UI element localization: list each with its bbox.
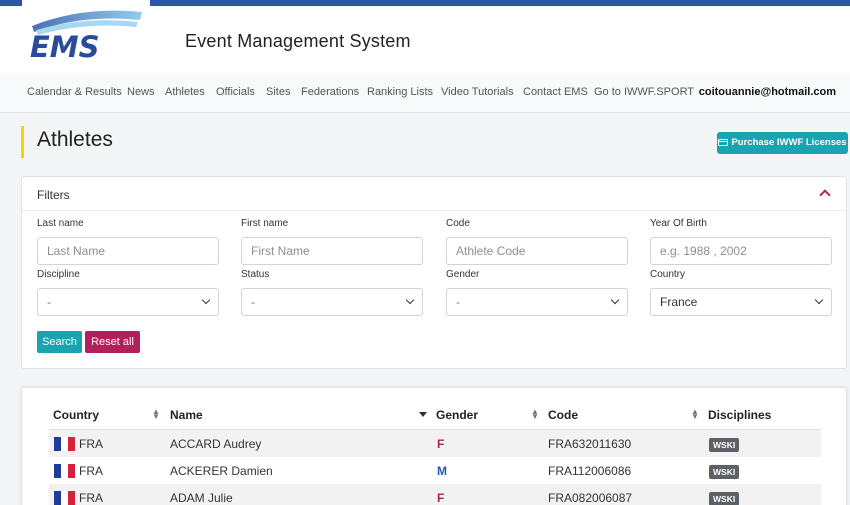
year-of-birth-label: Year Of Birth xyxy=(650,218,707,229)
row-gender: F xyxy=(437,491,445,505)
logo-ems-text: EMS xyxy=(30,30,100,64)
chevron-down-icon xyxy=(610,295,620,305)
nav-contact-ems[interactable]: Contact EMS xyxy=(523,86,588,98)
nav-athletes[interactable]: Athletes xyxy=(165,86,205,98)
athletes-table: Country ▲ ▼ Name Gender ▲ ▼ Code ▲ ▼ Discip… xyxy=(21,387,847,505)
last-name-input[interactable] xyxy=(37,237,219,265)
purchase-licenses-label: Purchase IWWF Licenses xyxy=(731,137,847,148)
country-select[interactable]: France xyxy=(650,288,832,316)
nav-officials[interactable]: Officials xyxy=(216,86,255,98)
nav-ranking-lists[interactable]: Ranking Lists xyxy=(367,86,433,98)
table-row[interactable]: FRA ADAM Julie F FRA082006087 WSKI xyxy=(49,484,821,505)
sort-icon[interactable]: ▲ ▼ xyxy=(691,408,699,421)
chevron-down-icon xyxy=(814,295,824,305)
nav-sites[interactable]: Sites xyxy=(266,86,290,98)
sort-icon[interactable]: ▲ ▼ xyxy=(152,408,160,421)
column-header-country[interactable]: Country xyxy=(53,408,99,422)
first-name-label: First name xyxy=(241,218,289,229)
france-flag-icon xyxy=(54,464,75,478)
page-title: Athletes xyxy=(37,128,113,151)
discipline-badge: WSKI xyxy=(709,465,740,479)
year-of-birth-input[interactable] xyxy=(650,237,832,265)
country-value: France xyxy=(660,295,698,309)
column-header-disciplines: Disciplines xyxy=(708,408,772,422)
filters-title: Filters xyxy=(37,188,70,202)
first-name-input[interactable] xyxy=(241,237,423,265)
row-country: FRA xyxy=(79,437,103,451)
credit-card-icon xyxy=(718,139,729,146)
row-name[interactable]: ACKERER Damien xyxy=(170,464,273,478)
purchase-licenses-button[interactable]: Purchase IWWF Licenses xyxy=(717,132,848,154)
status-value: - xyxy=(251,295,255,309)
gender-value: - xyxy=(456,295,460,309)
row-name[interactable]: ACCARD Audrey xyxy=(170,437,261,451)
reset-all-button[interactable]: Reset all xyxy=(85,331,140,353)
nav-video-tutorials[interactable]: Video Tutorials xyxy=(441,86,514,98)
sort-icon[interactable]: ▲ ▼ xyxy=(531,408,539,421)
user-email-menu[interactable]: coitouannie@hotmail.com xyxy=(699,86,836,98)
athlete-code-input[interactable] xyxy=(446,237,628,265)
chevron-up-icon[interactable] xyxy=(819,189,831,201)
row-code: FRA112006086 xyxy=(548,464,632,478)
row-gender: F xyxy=(437,437,445,451)
gender-select[interactable]: - xyxy=(446,288,628,316)
last-name-label: Last name xyxy=(37,218,84,229)
chevron-down-icon xyxy=(201,295,211,305)
app-title: Event Management System xyxy=(185,31,411,51)
discipline-select[interactable]: - xyxy=(37,288,219,316)
nav-news[interactable]: News xyxy=(127,86,155,98)
logo-graphic: EMS xyxy=(30,10,142,64)
table-row[interactable]: FRA ACCARD Audrey F FRA632011630 WSKI xyxy=(49,430,821,457)
discipline-badge: WSKI xyxy=(709,492,740,505)
status-select[interactable]: - xyxy=(241,288,423,316)
sort-desc-icon[interactable] xyxy=(419,412,427,417)
table-row[interactable]: FRA ACKERER Damien M FRA112006086 WSKI xyxy=(49,457,821,484)
row-country: FRA xyxy=(79,491,103,505)
row-gender: M xyxy=(437,464,447,478)
row-country: FRA xyxy=(79,464,103,478)
column-header-name[interactable]: Name xyxy=(170,408,203,422)
column-header-code[interactable]: Code xyxy=(548,408,578,422)
discipline-label: Discipline xyxy=(37,269,80,280)
country-label: Country xyxy=(650,269,686,280)
chevron-down-icon xyxy=(405,295,415,305)
page-title-block: Athletes xyxy=(21,126,113,158)
gender-label: Gender xyxy=(446,269,480,280)
row-code: FRA082006087 xyxy=(548,491,633,505)
nav-calendar-results[interactable]: Calendar & Results xyxy=(27,86,122,98)
discipline-value: - xyxy=(47,295,51,309)
main-nav: Calendar & Results News Athletes Officia… xyxy=(0,73,850,113)
column-header-gender[interactable]: Gender xyxy=(436,408,478,422)
row-code: FRA632011630 xyxy=(548,437,632,451)
search-button[interactable]: Search xyxy=(37,331,82,353)
row-name[interactable]: ADAM Julie xyxy=(170,491,233,505)
france-flag-icon xyxy=(54,437,75,451)
nav-go-to-iwwf-sport[interactable]: Go to IWWF.SPORT xyxy=(594,86,694,98)
iwwf-ems-logo[interactable]: EMS xyxy=(22,0,150,74)
code-label: Code xyxy=(446,218,470,229)
france-flag-icon xyxy=(54,491,75,505)
filters-panel: Filters Last name First name Code Year O… xyxy=(21,176,847,369)
nav-federations[interactable]: Federations xyxy=(301,86,359,98)
discipline-badge: WSKI xyxy=(709,438,740,452)
header: EMS Event Management System xyxy=(0,0,850,74)
status-label: Status xyxy=(241,269,270,280)
filters-divider xyxy=(22,210,846,211)
